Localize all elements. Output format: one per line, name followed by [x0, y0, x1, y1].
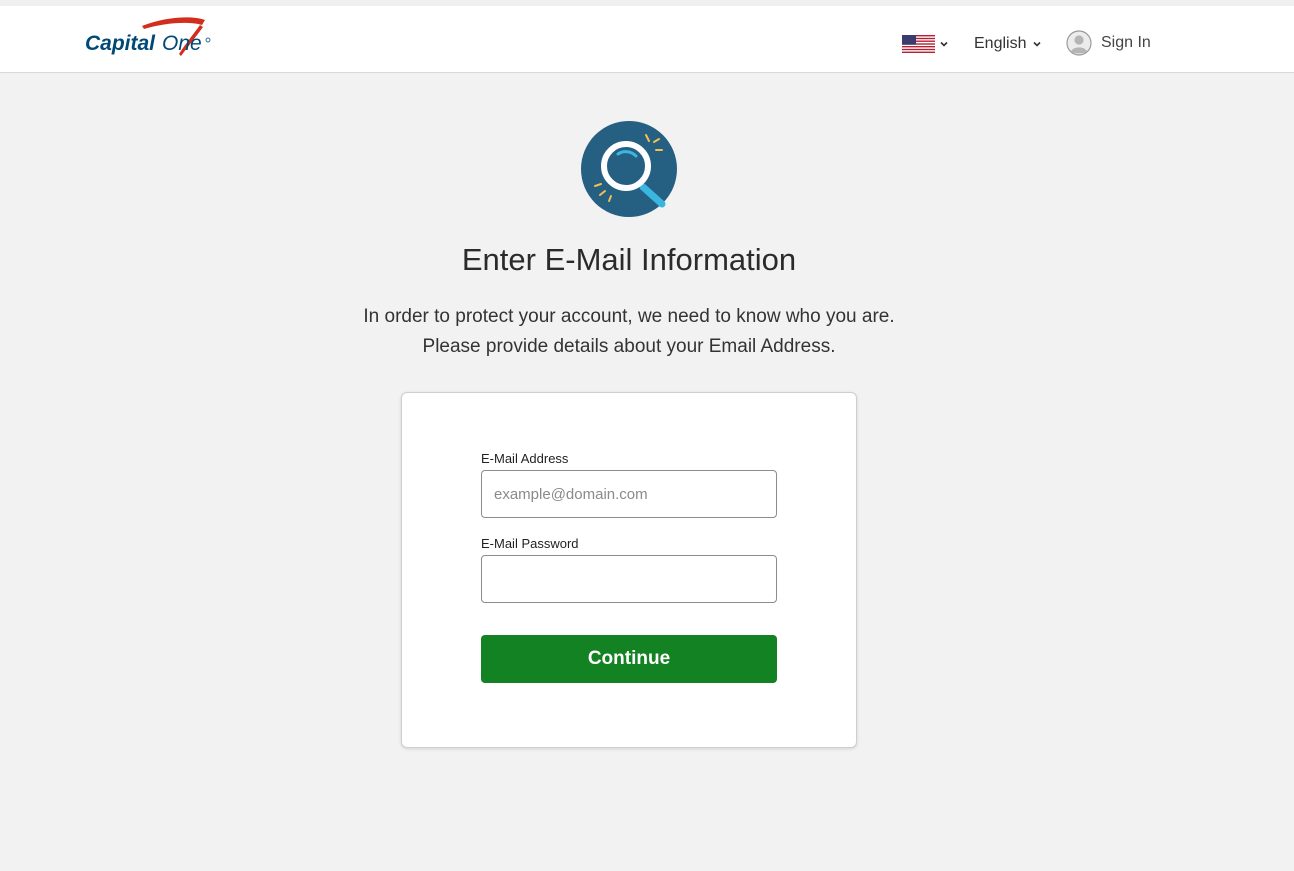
email-form-card: E-Mail Address E-Mail Password Continue: [401, 392, 857, 748]
page-title: Enter E-Mail Information: [461, 242, 797, 277]
capital-one-logo-icon: Capital One: [85, 17, 211, 56]
email-address-label: E-Mail Address: [481, 451, 569, 466]
user-avatar-icon: [1066, 30, 1092, 56]
magnifier-icon: [580, 120, 678, 218]
site-header: Capital One English Sign In: [0, 6, 1294, 73]
chevron-down-icon: [940, 41, 948, 47]
svg-text:One: One: [162, 32, 202, 55]
capital-one-logo[interactable]: Capital One: [84, 16, 216, 60]
svg-text:Capital: Capital: [85, 32, 156, 55]
subtitle-line-2: Please provide details about your Email …: [422, 336, 836, 357]
chevron-down-icon: [1033, 41, 1042, 47]
subtitle-line-1: In order to protect your account, we nee…: [363, 306, 895, 327]
email-password-label: E-Mail Password: [481, 536, 579, 551]
country-selector[interactable]: [902, 35, 949, 53]
email-address-input[interactable]: [481, 470, 777, 518]
language-selector[interactable]: English: [974, 33, 1042, 55]
sign-in-label: Sign In: [1101, 34, 1151, 51]
language-label: English: [974, 35, 1027, 52]
us-flag-icon: [902, 35, 935, 53]
sign-in-link[interactable]: Sign In: [1066, 29, 1151, 57]
email-password-input[interactable]: [481, 555, 777, 603]
continue-button[interactable]: Continue: [481, 635, 777, 683]
page-subtitle: In order to protect your account, we nee…: [0, 302, 1258, 362]
